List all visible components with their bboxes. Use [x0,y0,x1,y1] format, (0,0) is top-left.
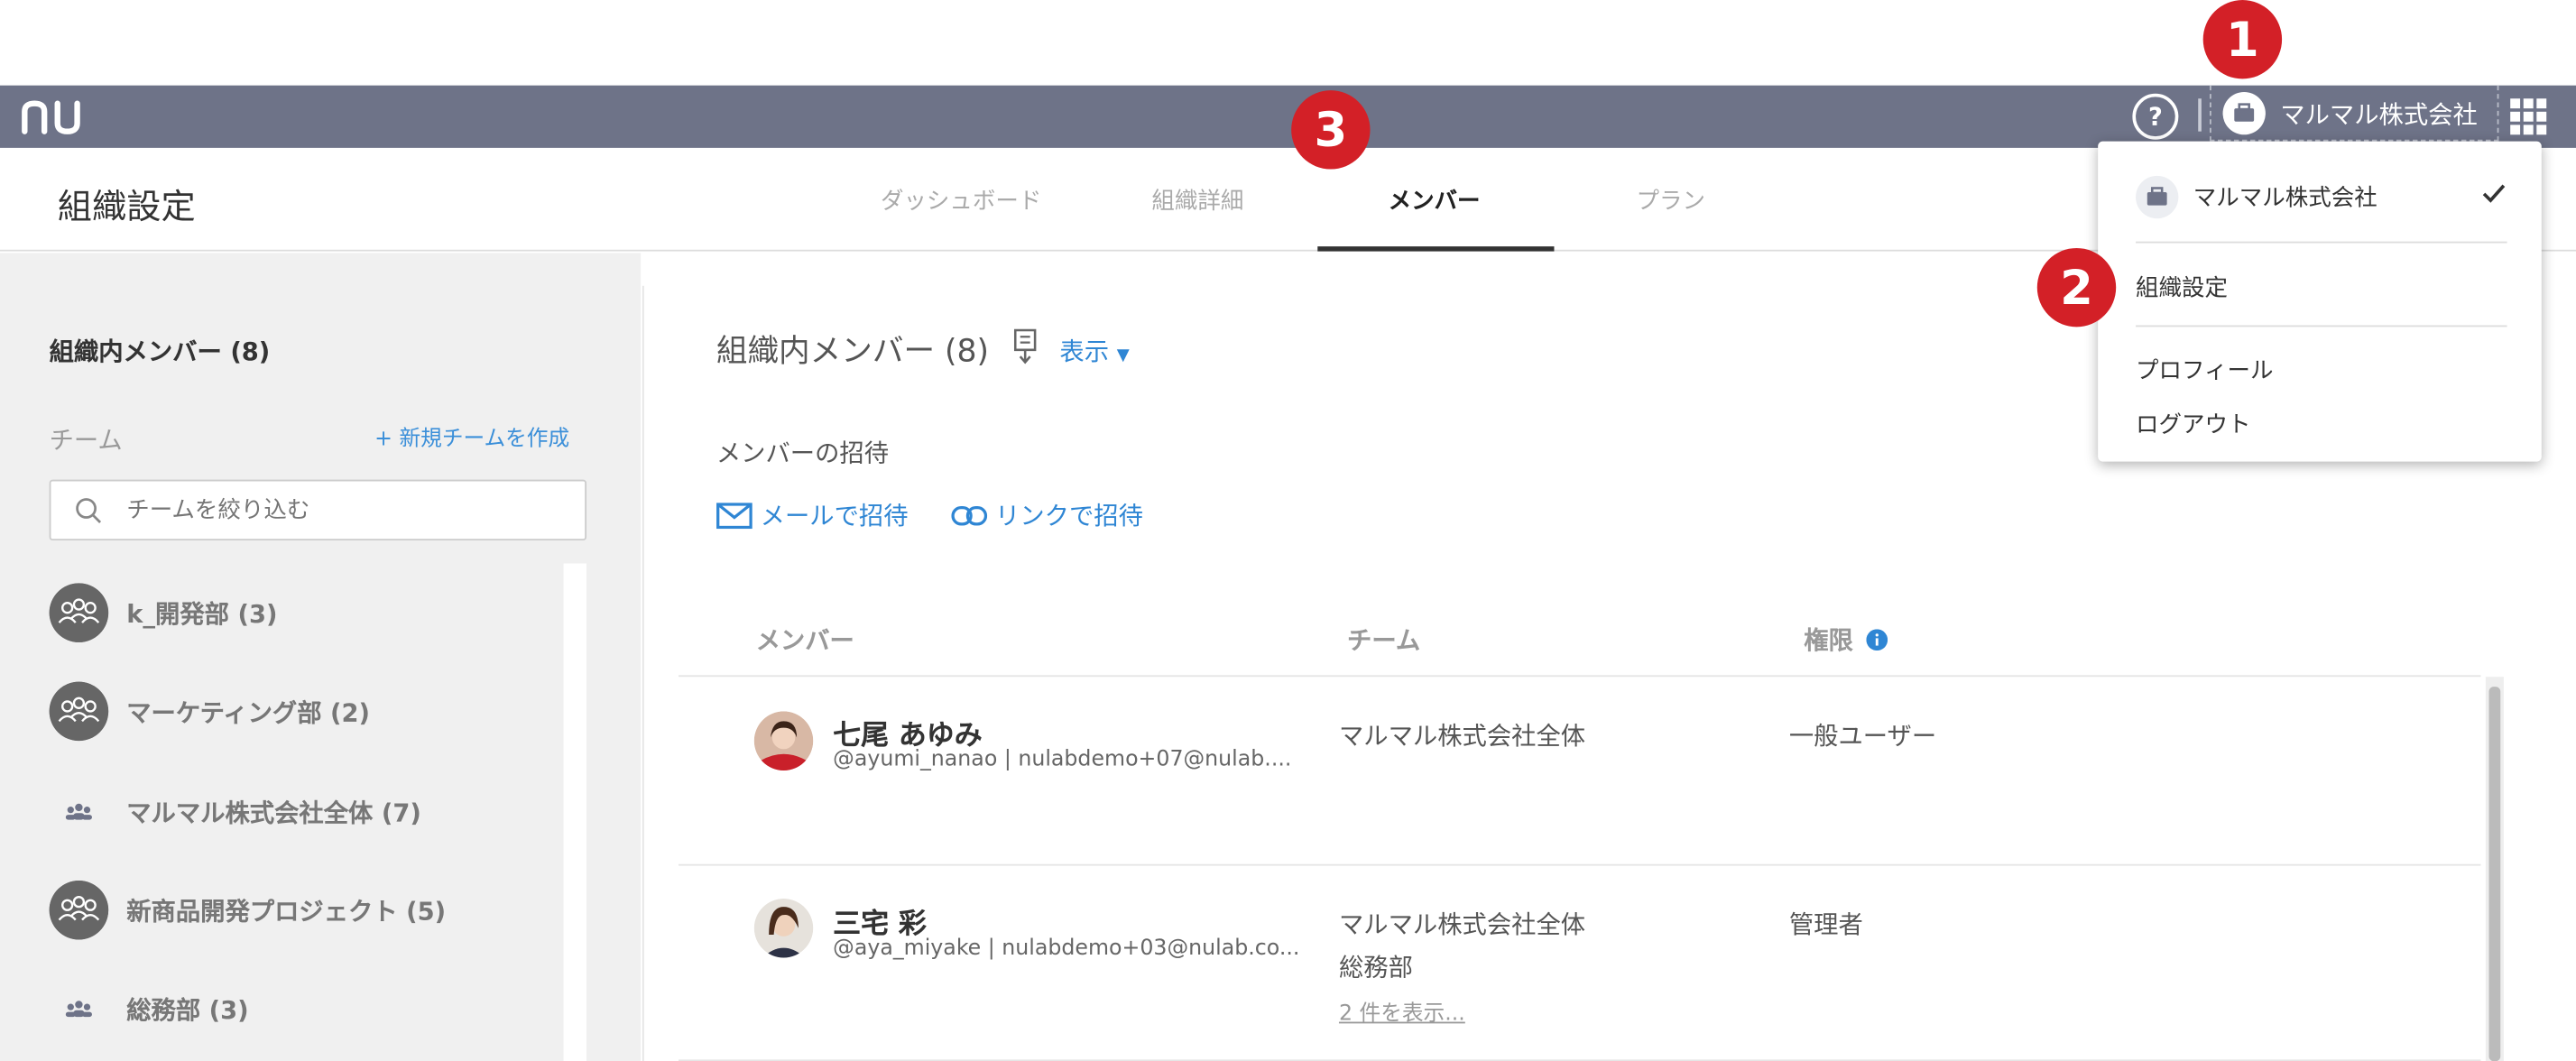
table-scrollbar-thumb[interactable] [2488,687,2501,1061]
annotation-badge-3: 3 [1291,90,1371,170]
column-header-member[interactable]: メンバー [756,623,854,657]
member-role[interactable]: 管理者 [1789,907,1863,941]
new-team-link[interactable]: + 新規チームを作成 [374,420,569,451]
invite-section-label: メンバーの招待 [716,438,890,468]
briefcase-icon [2136,175,2179,219]
group-avatar-icon [49,681,109,742]
member-name: 三宅 彩 [833,908,927,942]
app-grid-icon[interactable] [2510,98,2547,135]
avatar [753,898,814,958]
help-icon[interactable]: ? [2132,93,2179,140]
table-row[interactable] [679,866,2480,1060]
sidebar-members-link[interactable]: 組織内メンバー (8) [50,334,271,368]
dropdown-divider [2136,325,2507,328]
sidebar-team-item[interactable]: 総務部 (3) [50,979,542,1038]
team-filter-field[interactable] [49,479,587,541]
sidebar-team-item[interactable]: マルマル株式会社全体 (7) [50,782,542,842]
team-section-label: チーム [49,425,123,456]
header-divider [2198,98,2202,132]
sidebar-team-label: 総務部 (3) [126,995,249,1026]
dropdown-org-settings[interactable]: 組織設定 [2136,271,2228,303]
tab-dashboard[interactable]: ダッシュボード [881,184,1041,217]
column-header-team[interactable]: チーム [1347,623,1420,657]
mail-icon [716,503,752,530]
sidebar-team-label: k_開発部 (3) [126,599,278,630]
annotation-badge-2: 2 [2036,247,2117,328]
column-header-role[interactable]: 権限 [1804,623,1888,657]
sidebar-team-item[interactable]: マーケティング部 (2) [49,681,542,742]
tab-org-details[interactable]: 組織詳細 [1151,184,1243,217]
org-switcher-label[interactable]: マルマル株式会社 [2280,97,2478,131]
member-id-email: @aya_miyake | nulabdemo+03@nulab.co... [833,936,1300,962]
invite-by-link-button[interactable]: リンクで招待 [951,498,1143,532]
checkmark-icon [2482,184,2506,203]
page-title: 組織設定 [57,187,196,227]
small-group-icon [65,1001,92,1018]
document-download-icon[interactable] [1012,328,1039,364]
sidebar-team-item[interactable]: k_開発部 (3) [49,583,542,642]
member-team: 総務部 [1338,953,1413,983]
briefcase-icon [2222,91,2266,135]
member-team: マルマル株式会社全体 [1338,909,1586,940]
member-name: 七尾 あゆみ [833,719,983,752]
sidebar [0,253,642,1061]
member-role[interactable]: 一般ユーザー [1789,718,1936,752]
members-title: 組織内メンバー (8) [716,333,990,370]
sidebar-scrollbar[interactable] [563,563,587,1061]
info-icon[interactable] [1866,629,1888,651]
top-navigation-bar [0,85,2576,148]
active-tab-indicator [1317,246,1555,252]
sidebar-team-label: 新商品開発プロジェクト (5) [126,897,447,927]
member-team: マルマル株式会社全体 [1338,721,1586,752]
dropdown-profile[interactable]: プロフィール [2136,353,2273,385]
caret-down-icon: ▼ [1116,346,1130,365]
sidebar-team-item[interactable]: 新商品開発プロジェクト (5) [49,880,542,940]
dropdown-divider [2136,241,2507,244]
tab-plan[interactable]: プラン [1637,184,1705,217]
show-more-teams-link[interactable]: 2 件を表示... [1339,995,1465,1027]
dropdown-org-item[interactable]: マルマル株式会社 [2193,180,2377,213]
avatar [753,711,814,770]
tab-members[interactable]: メンバー [1389,184,1481,217]
team-filter-input[interactable] [126,493,570,530]
dropdown-logout[interactable]: ログアウト [2136,408,2250,440]
group-avatar-icon [49,583,109,642]
group-avatar-icon [49,880,109,940]
sidebar-team-label: マルマル株式会社全体 (7) [126,798,421,828]
annotation-badge-1: 1 [2202,0,2283,79]
small-group-icon [65,803,92,820]
invite-by-email-button[interactable]: メールで招待 [716,498,909,532]
show-dropdown-button[interactable]: 表示 ▼ [1059,334,1129,368]
sidebar-team-label: マーケティング部 (2) [126,697,370,728]
search-icon [76,498,102,523]
link-icon [951,505,988,526]
nu-logo-icon[interactable] [20,96,86,138]
member-id-email: @ayumi_nanao | nulabdemo+07@nulab.... [833,747,1292,772]
